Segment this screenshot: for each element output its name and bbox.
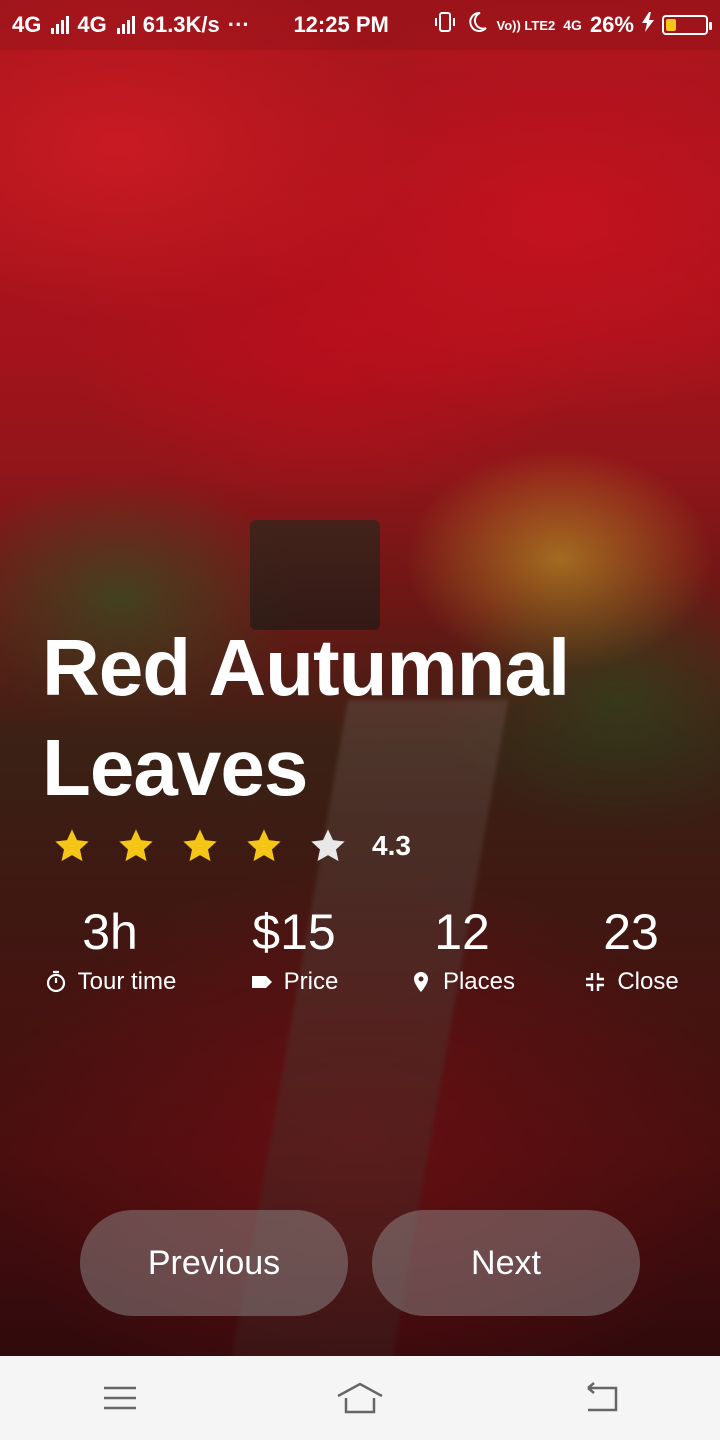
navigation-bar (0, 1356, 720, 1440)
previous-button[interactable]: Previous (80, 1210, 348, 1316)
menu-button[interactable] (80, 1368, 160, 1428)
network-type-1: 4G (12, 12, 42, 37)
stat-value: 3h (82, 904, 138, 960)
clock: 12:25 PM (293, 12, 389, 37)
stat-value: 12 (434, 904, 490, 960)
battery-icon (661, 15, 712, 35)
stat-tour-time: 3h Tour time (25, 900, 195, 996)
star-icon (183, 829, 217, 862)
rating-value: 4.3 (372, 830, 411, 861)
stat-places: 12 Places (377, 900, 547, 996)
vibrate-icon (433, 10, 457, 40)
volte-indicator: Vo)) LTE2 (496, 17, 556, 33)
stat-price: $15 Price (209, 900, 379, 996)
home-button[interactable] (320, 1368, 400, 1428)
more-icon: ··· (227, 12, 250, 37)
stat-close: 23 Close (546, 900, 716, 996)
charging-icon (641, 12, 654, 38)
tag-icon (251, 976, 272, 988)
stat-label: Tour time (77, 968, 177, 995)
back-icon (587, 1382, 618, 1412)
star-icon (311, 829, 345, 862)
stat-value: $15 (252, 904, 336, 960)
status-right: Vo)) LTE2 4G 26% (433, 10, 712, 40)
stat-label: Places (442, 968, 516, 995)
network-speed: 61.3K/s (142, 12, 220, 37)
tour-title: Red Autumnal Leaves (42, 623, 570, 812)
stat-label: Close (617, 968, 679, 995)
moon-icon (465, 10, 489, 40)
star-icon (119, 829, 153, 862)
stat-label: Price (283, 968, 339, 995)
star-icon (55, 829, 89, 862)
rating: 4.3 (52, 826, 411, 866)
collapse-icon (586, 973, 605, 991)
status-bar: 4G 4G 61.3K/s ··· 12:25 PM Vo)) LTE2 4G … (0, 0, 720, 50)
location-pin-icon (413, 972, 428, 992)
stat-value: 23 (603, 904, 659, 960)
signal-icon (116, 16, 135, 34)
battery-percent: 26% (589, 12, 634, 37)
signal-icon (51, 16, 70, 34)
timer-icon (46, 970, 65, 993)
back-button[interactable] (560, 1368, 640, 1428)
network-type-2: 4G (77, 12, 107, 37)
next-button[interactable]: Next (372, 1210, 640, 1316)
home-icon (337, 1382, 383, 1414)
network-type-3: 4G (563, 17, 582, 33)
star-icon (247, 829, 281, 862)
tour-stats: 3h Tour time $15 Price 12 Places 23 Clos… (0, 900, 720, 1010)
status-left: 4G 4G 61.3K/s ··· (12, 12, 250, 38)
menu-icon (104, 1386, 136, 1410)
